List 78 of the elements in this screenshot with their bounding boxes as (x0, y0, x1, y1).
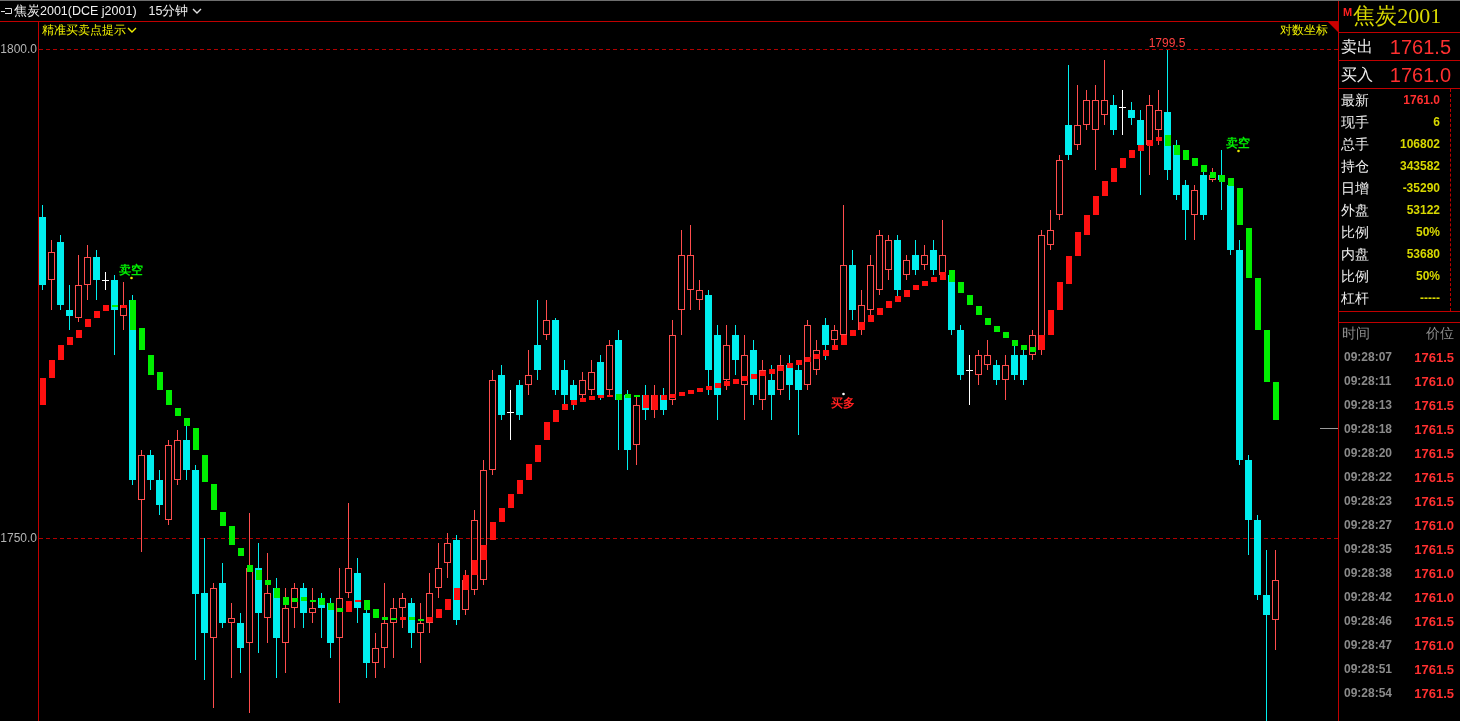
signal-dot-icon (130, 276, 133, 280)
trade-time: 09:28:46 (1344, 614, 1393, 628)
buy-signal-label: 买多 (831, 396, 855, 410)
stat-label: 比例 (1341, 223, 1369, 241)
trade-time: 09:28:51 (1344, 662, 1393, 676)
column-header: 价位 (1426, 325, 1454, 343)
trade-time: 09:28:23 (1344, 494, 1393, 508)
trade-time: 09:28:38 (1344, 566, 1393, 580)
stat-value: 1761.0 (1403, 93, 1440, 107)
quote-label: 买入 (1341, 64, 1373, 85)
caret-icon (191, 8, 202, 14)
trade-price: 1761.5 (1414, 469, 1454, 485)
symbol-title: 焦炭2001(DCE j2001) (14, 2, 137, 20)
stat-label: 总手 (1341, 135, 1369, 153)
quote-price: 1761.5 (1389, 35, 1451, 58)
trade-price: 1761.0 (1414, 565, 1454, 581)
toggle-icon (1, 7, 12, 15)
stat-value: 50% (1415, 269, 1440, 283)
doji-candle (965, 354, 974, 406)
stat-value: 106802 (1399, 137, 1440, 151)
stat-label: 比例 (1341, 267, 1369, 285)
trade-price: 1761.5 (1414, 349, 1454, 365)
trade-price: 1761.5 (1414, 613, 1454, 629)
trade-time: 09:28:18 (1344, 422, 1393, 436)
signal-dot-icon (1237, 149, 1240, 153)
trade-price: 1761.5 (1414, 397, 1454, 413)
stat-label: 最新 (1341, 91, 1369, 109)
log-scale-toggle[interactable]: 对数坐标 (1280, 23, 1328, 37)
trade-price: 1761.5 (1414, 661, 1454, 677)
sell-signal-label: 卖空 (119, 263, 143, 277)
trade-time: 09:28:20 (1344, 446, 1393, 460)
trade-time: 09:28:11 (1344, 374, 1392, 388)
signal-dot-icon (842, 392, 845, 396)
doji-candle (1118, 89, 1127, 136)
stat-label: 持仓 (1341, 157, 1369, 175)
trade-price: 1761.5 (1414, 541, 1454, 557)
stat-value: -35290 (1402, 181, 1440, 195)
stat-value: 343582 (1399, 159, 1440, 173)
doji-candle (506, 389, 515, 441)
trade-price: 1761.5 (1414, 685, 1454, 701)
stat-label: 杠杆 (1341, 289, 1369, 307)
trade-price: 1761.0 (1414, 373, 1454, 389)
caret-icon (127, 27, 137, 33)
indicator-dropdown[interactable]: 精准买卖点提示 (42, 23, 137, 37)
column-header: 时间 (1342, 325, 1370, 343)
contract-name: 焦炭2001 (1353, 2, 1442, 30)
market-label: M (1343, 7, 1353, 18)
price-axis-label: 1800.0 (0, 42, 37, 56)
stat-value: 6 (1433, 115, 1440, 129)
trade-price: 1761.5 (1414, 421, 1454, 437)
trade-time: 09:28:27 (1344, 518, 1393, 532)
stat-value: 53680 (1406, 247, 1440, 261)
period-dropdown[interactable]: 15分钟 (148, 2, 202, 20)
sell-signal-label: 卖空 (1226, 136, 1250, 150)
trade-price: 1761.0 (1414, 589, 1454, 605)
trade-time: 09:28:42 (1344, 590, 1393, 604)
trade-time: 09:28:22 (1344, 470, 1393, 484)
stat-label: 外盘 (1341, 201, 1369, 219)
trade-price: 1761.5 (1414, 445, 1454, 461)
stat-value: 50% (1415, 225, 1440, 239)
doji-candle (101, 271, 110, 291)
trade-time: 09:28:54 (1344, 686, 1393, 700)
trade-time: 09:28:13 (1344, 398, 1393, 412)
stat-label: 日增 (1341, 179, 1369, 197)
trade-price: 1761.5 (1414, 493, 1454, 509)
stat-value: ----- (1420, 291, 1440, 305)
stat-label: 内盘 (1341, 245, 1369, 263)
price-axis-label: 1750.0 (0, 531, 37, 545)
stat-value: 53122 (1406, 203, 1440, 217)
high-price-label: 1799.5 (1148, 36, 1186, 50)
stat-label: 现手 (1341, 113, 1369, 131)
trade-time: 09:28:47 (1344, 638, 1393, 652)
trade-price: 1761.0 (1414, 517, 1454, 533)
trade-price: 1761.0 (1414, 637, 1454, 653)
quote-label: 卖出 (1341, 36, 1373, 57)
quote-price: 1761.0 (1389, 63, 1451, 86)
trade-time: 09:28:35 (1344, 542, 1393, 556)
trade-time: 09:28:07 (1344, 350, 1393, 364)
